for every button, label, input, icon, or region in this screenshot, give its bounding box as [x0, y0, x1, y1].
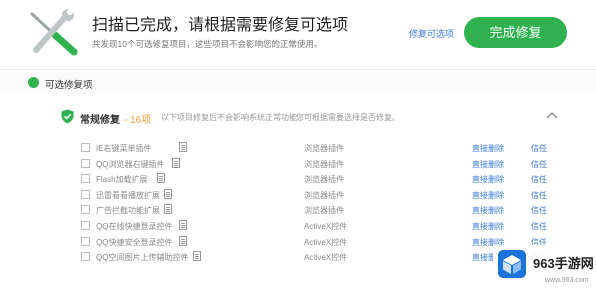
page-title: 扫描已完成，请根据需要修复可选项 — [92, 17, 349, 34]
cube-logo-icon — [498, 250, 526, 278]
table-row: QQ在线快捷登录控件 ActiveX控件 直接删除 信任 — [0, 218, 596, 234]
section-label: 可选修复项 — [45, 80, 93, 91]
table-row: 广告拦截功能扩展 浏览器插件 直接删除 信任 — [0, 202, 596, 218]
trust-link[interactable]: 信任 — [531, 174, 547, 185]
row-checkbox[interactable] — [81, 189, 90, 199]
document-icon[interactable] — [164, 188, 172, 199]
document-icon[interactable] — [179, 142, 187, 152]
document-icon[interactable] — [172, 157, 180, 168]
table-row: Flash加载扩展 浏览器插件 直接删除 信任 — [0, 171, 596, 187]
row-checkbox[interactable] — [81, 221, 90, 230]
item-name: Flash加载扩展 — [96, 175, 148, 185]
delete-link[interactable]: 直接删除 — [472, 221, 504, 232]
item-name: 广告拦截功能扩展 — [96, 206, 160, 216]
wrench-screwdriver-icon — [30, 9, 78, 56]
row-checkbox[interactable] — [81, 143, 90, 152]
group-note-right: 您可根据需要选择是否修复。 — [296, 113, 400, 122]
row-checkbox[interactable] — [81, 174, 90, 184]
table-row: 迅雷看看播放扩展 浏览器插件 直接删除 信任 — [0, 187, 596, 203]
scan-header: 扫描已完成，请根据需要修复可选项 共发现10个可选修复项目，这些项目不会影响您的… — [0, 0, 596, 68]
watermark-domain: www.963.com — [545, 277, 589, 284]
item-type: 浏览器插件 — [304, 190, 344, 200]
item-type: 浏览器插件 — [304, 159, 344, 169]
header-divider — [0, 69, 596, 70]
chevron-up-icon[interactable] — [546, 110, 558, 120]
item-name: QQ空间图片上传辅助控件 — [96, 253, 189, 263]
delete-link[interactable]: 直接删除 — [472, 143, 504, 154]
table-row: QQ浏览器右键插件 浏览器插件 直接删除 信任 — [0, 156, 596, 172]
optional-section-bar: 可选修复项 — [0, 72, 596, 94]
page-subtitle: 共发现10个可选修复项目，这些项目不会影响您的正常使用。 — [92, 39, 323, 49]
item-name: IE右键菜单插件 — [96, 144, 152, 153]
delete-link[interactable]: 直接删除 — [472, 159, 504, 170]
delete-link[interactable]: 直接删除 — [472, 174, 504, 185]
trust-link[interactable]: 信任 — [531, 143, 547, 154]
section-bullet-icon — [28, 77, 39, 88]
item-type: 浏览器插件 — [304, 175, 344, 185]
document-icon[interactable] — [157, 173, 165, 184]
trust-link[interactable]: 信任 — [531, 205, 547, 216]
item-type: ActiveX控件 — [304, 222, 348, 231]
item-name: 迅雷看看播放扩展 — [96, 190, 160, 200]
repair-optional-link[interactable]: 修复可选项 — [409, 27, 454, 40]
finish-repair-button[interactable]: 完成修复 — [464, 17, 567, 48]
group-count: - 16项 — [124, 115, 152, 126]
document-icon[interactable] — [179, 235, 187, 246]
watermark-brand: 963手游网 — [533, 256, 594, 271]
group-header-regular-repair[interactable]: 常规修复 - 16项 以下项目修复后不会影响系统正常功能 您可根据需要选择是否修… — [0, 103, 596, 131]
item-type: ActiveX控件 — [304, 237, 348, 247]
trust-link[interactable]: 信任 — [531, 159, 547, 170]
group-title: 常规修复 — [80, 115, 120, 126]
delete-link[interactable]: 直接删除 — [472, 190, 504, 201]
trust-link[interactable]: 信任 — [531, 221, 547, 232]
row-checkbox[interactable] — [81, 205, 90, 215]
group-note-left: 以下项目修复后不会影响系统正常功能 — [161, 113, 297, 122]
item-name: QQ在线快捷登录控件 — [96, 222, 173, 231]
shield-check-icon — [61, 109, 74, 124]
row-checkbox[interactable] — [81, 236, 90, 246]
trust-link[interactable]: 信任 — [531, 190, 547, 201]
row-checkbox[interactable] — [81, 252, 90, 262]
document-icon[interactable] — [193, 251, 201, 262]
item-type: 浏览器插件 — [304, 144, 344, 153]
item-type: ActiveX控件 — [304, 253, 348, 263]
site-watermark: 963手游网 www.963.com — [493, 245, 596, 301]
table-row: IE右键菜单插件 浏览器插件 直接删除 信任 — [0, 140, 596, 156]
document-icon[interactable] — [179, 220, 187, 230]
item-name: QQ快捷安全登录控件 — [96, 237, 173, 247]
delete-link[interactable]: 直接删除 — [472, 205, 504, 216]
document-icon[interactable] — [164, 204, 172, 215]
row-checkbox[interactable] — [81, 158, 90, 168]
item-type: 浏览器插件 — [304, 206, 344, 216]
item-name: QQ浏览器右键插件 — [96, 159, 165, 169]
